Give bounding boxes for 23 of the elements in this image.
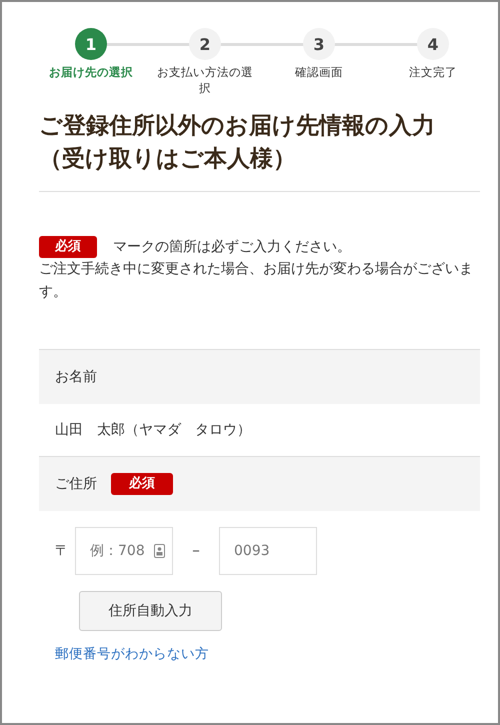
notice-text: マークの箇所は必ずご入力ください。: [113, 238, 351, 257]
step-number: 1: [75, 28, 107, 60]
autofill-button[interactable]: 住所自動入力: [79, 590, 222, 631]
step-label: 確認画面: [294, 65, 344, 81]
required-badge: 必須: [39, 236, 97, 258]
contact-card-icon: [154, 544, 165, 558]
section-label: お名前: [55, 368, 97, 386]
step-label: お支払い方法の選択: [156, 65, 254, 96]
step-number: 4: [417, 28, 449, 60]
zip-field[interactable]: 0093: [219, 526, 317, 575]
postal-code-help-link[interactable]: 郵便番号がわからない方: [55, 644, 209, 663]
required-badge: 必須: [111, 473, 173, 495]
step-number: 3: [303, 28, 335, 60]
notice-text: ご注文手続き中に変更された場合、お届け先が変わる場合がございます。: [39, 260, 474, 302]
section-label: ご住所: [55, 474, 97, 493]
name-value: 山田 太郎（ヤマダ タロウ）: [55, 420, 251, 439]
postal-mark: 〒: [55, 542, 69, 560]
step-label: お届け先の選択: [48, 65, 134, 81]
step-label: 注文完了: [408, 65, 458, 81]
page-heading: ご登録住所以外のお届け先情報の入力（受け取りはご本人様）: [39, 112, 436, 174]
separator: －: [189, 542, 203, 560]
step-number: 2: [189, 28, 221, 60]
zip-field[interactable]: 例：708: [75, 526, 173, 575]
